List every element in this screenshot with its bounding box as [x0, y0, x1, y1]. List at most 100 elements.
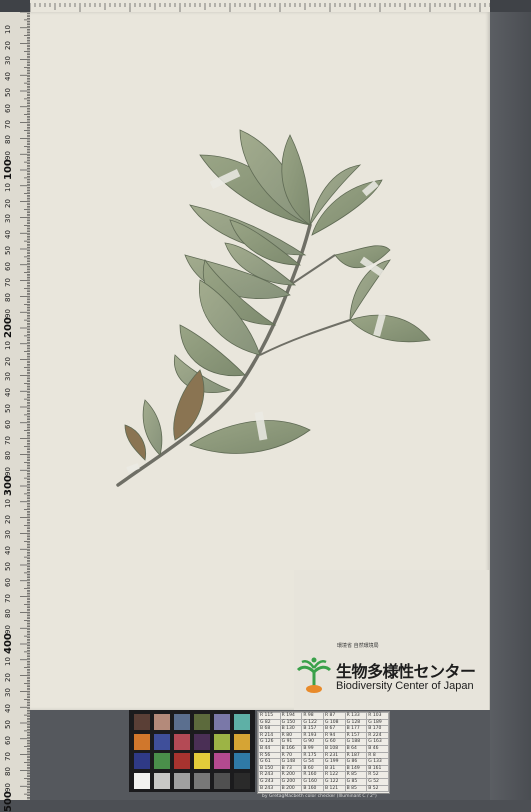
left-ruler-label: 40 [4, 704, 12, 714]
table-cell: R 200 [279, 771, 303, 779]
table-cell: R 133 [344, 712, 368, 720]
left-ruler-label: 20 [4, 514, 12, 524]
table-cell: B 73 [279, 764, 303, 773]
table-cell: G 200 [279, 777, 303, 786]
table-cell: G 108 [322, 718, 346, 727]
table-cell: G 85 [344, 777, 368, 786]
table-cell: B 108 [322, 744, 346, 753]
table-cell: B 68 [258, 725, 281, 733]
plant-specimen-image [116, 129, 431, 487]
left-ruler-label: 60 [4, 419, 12, 429]
table-cell: R 243 [258, 771, 281, 779]
left-ruler-label: 30 [4, 530, 12, 540]
table-row: G 82 G 150 G 122 G 108 G 128 G 189 [258, 718, 389, 727]
table-cell: R 80 [279, 731, 303, 740]
color-patch [214, 714, 230, 730]
left-ruler-label: 20 [4, 198, 12, 208]
table-cell: G 126 [258, 738, 281, 746]
table-row: R 56 R 70 R 175 R 231 R 187 R 8 [258, 751, 389, 760]
table-cell: B 160 [301, 784, 324, 793]
left-ruler-label: 40 [4, 546, 12, 556]
table-cell: G 90 [301, 738, 324, 746]
table-row: B 68 B 130 B 157 B 67 B 177 B 170 [258, 725, 389, 733]
ministry-label: 環境省 自然環境局 [337, 643, 379, 649]
left-ruler-label: 60 [4, 577, 12, 587]
table-cell: B 60 [301, 764, 324, 773]
table-cell: G 148 [279, 758, 303, 766]
color-patch [154, 772, 170, 789]
color-patch [214, 753, 230, 769]
table-cell: B 64 [344, 744, 368, 753]
table-cell: B 99 [301, 744, 324, 753]
table-cell: R 187 [344, 751, 368, 760]
left-ruler-label: 50 [4, 720, 12, 729]
table-row: G 126 G 91 G 90 G 60 G 188 G 163 [258, 738, 389, 746]
table-cell: G 52 [366, 777, 389, 786]
biodiversity-center-logo-icon [296, 657, 332, 693]
left-ruler-major-label: 500 [3, 791, 14, 812]
table-cell: R 8 [366, 751, 389, 760]
table-cell: B 46 [366, 744, 389, 753]
table-cell: G 122 [301, 718, 324, 727]
color-checker-caption: by GretagMacbeth color checker (Illumina… [262, 794, 377, 799]
table-cell: R 98 [301, 712, 324, 720]
table-row: G 243 G 200 G 160 G 122 G 85 G 52 [258, 777, 389, 786]
color-patch [134, 772, 150, 789]
table-cell: G 243 [258, 777, 281, 786]
color-patch [234, 753, 250, 769]
color-patch [234, 733, 250, 750]
institution-label: 環境省 自然環境局 生物多様性センター Biodiversity Center … [294, 570, 489, 710]
table-cell: B 52 [366, 784, 389, 793]
table-row: R 115 R 194 R 98 R 87 R 133 R 103 [258, 712, 389, 720]
color-value-table: R 115 R 194 R 98 R 87 R 133 R 103 G 82 G 150 G 1… [257, 711, 390, 794]
color-patch [174, 733, 190, 750]
left-ruler-label: 40 [4, 388, 12, 398]
color-patch [234, 714, 250, 730]
color-patch [214, 733, 230, 750]
left-ruler-label: 80 [4, 767, 12, 777]
left-ruler-label: 50 [4, 404, 12, 413]
table-cell: B 170 [366, 725, 389, 733]
left-ruler-label: 80 [4, 293, 12, 303]
table-cell: G 189 [366, 718, 389, 727]
left-ruler-label: 20 [4, 356, 12, 366]
table-row: B 150 B 73 B 60 B 31 B 149 B 161 [258, 764, 389, 773]
table-cell: B 157 [301, 725, 324, 733]
color-patch [134, 733, 150, 750]
table-cell: G 188 [344, 738, 368, 746]
table-cell: G 82 [258, 718, 281, 727]
left-ruler-major-label: 200 [3, 317, 14, 338]
table-cell: R 94 [322, 731, 346, 740]
left-ruler-major-label: 300 [3, 475, 14, 496]
leaves [124, 129, 431, 461]
left-ruler-label: 20 [4, 40, 12, 50]
left-ruler-label: 30 [4, 214, 12, 224]
table-cell: R 122 [322, 771, 346, 779]
table-cell: R 157 [344, 731, 368, 740]
table-cell: G 122 [322, 777, 346, 786]
table-cell: R 193 [301, 731, 324, 740]
left-ruler-label: 10 [4, 182, 12, 192]
table-cell: B 85 [344, 784, 368, 793]
color-patch [194, 714, 210, 730]
table-cell: G 128 [344, 718, 368, 727]
color-patch [174, 753, 190, 769]
table-cell: R 160 [301, 771, 324, 779]
table-cell: R 70 [279, 751, 303, 760]
table-cell: G 150 [279, 718, 303, 727]
center-name-japanese: 生物多様性センター [336, 662, 476, 681]
table-cell: B 177 [344, 725, 368, 733]
left-ruler-label: 40 [4, 230, 12, 240]
table-cell: R 87 [322, 712, 346, 720]
color-patch [234, 772, 250, 789]
table-cell: R 224 [366, 731, 389, 740]
left-ruler-label: 10 [4, 340, 12, 350]
color-patch [134, 753, 150, 769]
left-ruler-label: 80 [4, 135, 12, 145]
left-ruler-label: 20 [4, 672, 12, 682]
left-ruler-label: 60 [4, 735, 12, 745]
table-cell: B 67 [322, 725, 346, 733]
left-ruler-label: 10 [4, 498, 12, 508]
table-cell: B 200 [279, 784, 303, 793]
color-patch [174, 714, 190, 730]
